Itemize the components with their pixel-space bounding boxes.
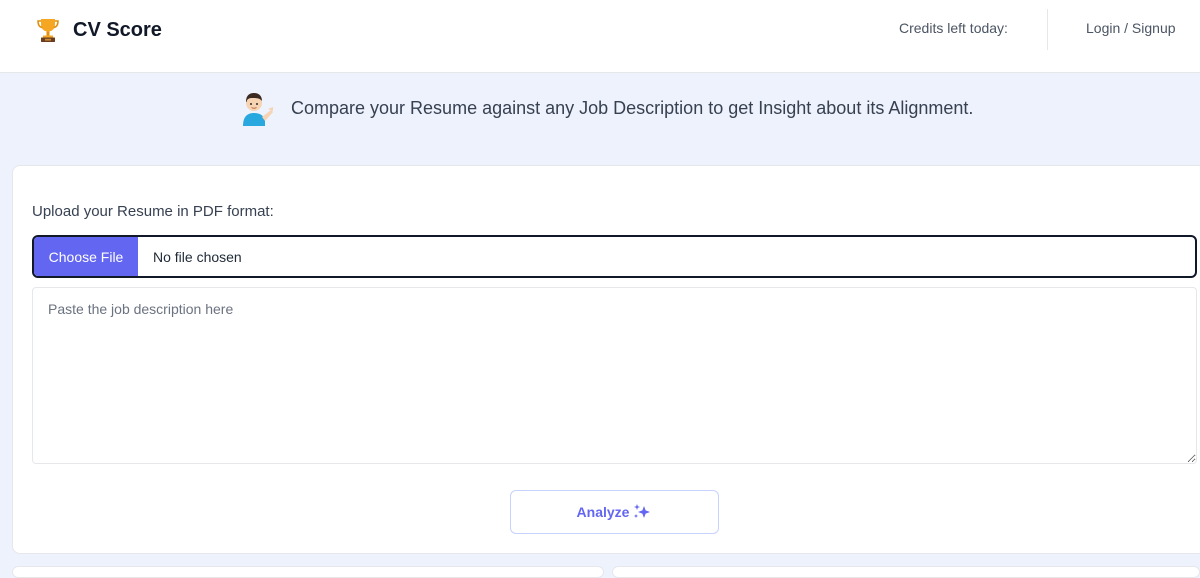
top-header: CV Score Credits left today: Login / Sig…	[0, 0, 1200, 73]
trophy-icon	[36, 17, 60, 43]
credits-label: Credits left today:	[899, 20, 1008, 36]
result-card-right	[612, 566, 1200, 578]
job-description-textarea[interactable]	[32, 287, 1197, 464]
resume-form-card: Upload your Resume in PDF format: Choose…	[12, 165, 1200, 554]
upload-label: Upload your Resume in PDF format:	[32, 203, 274, 220]
brand[interactable]: CV Score	[36, 16, 162, 44]
file-status: No file chosen	[153, 248, 242, 265]
hero: Compare your Resume against any Job Desc…	[240, 90, 973, 126]
header-divider	[1047, 9, 1048, 50]
choose-file-button[interactable]: Choose File	[34, 237, 138, 276]
analyze-label: Analyze	[576, 504, 630, 520]
result-card-left	[12, 566, 604, 578]
analyze-button[interactable]: Analyze	[510, 490, 719, 534]
person-tipping-hand-icon	[240, 90, 274, 126]
login-signup-link[interactable]: Login / Signup	[1086, 20, 1176, 36]
sparkles-icon	[632, 503, 652, 521]
tagline: Compare your Resume against any Job Desc…	[291, 97, 974, 118]
brand-name: CV Score	[73, 18, 162, 41]
resume-file-input[interactable]: Choose File No file chosen	[32, 235, 1197, 278]
